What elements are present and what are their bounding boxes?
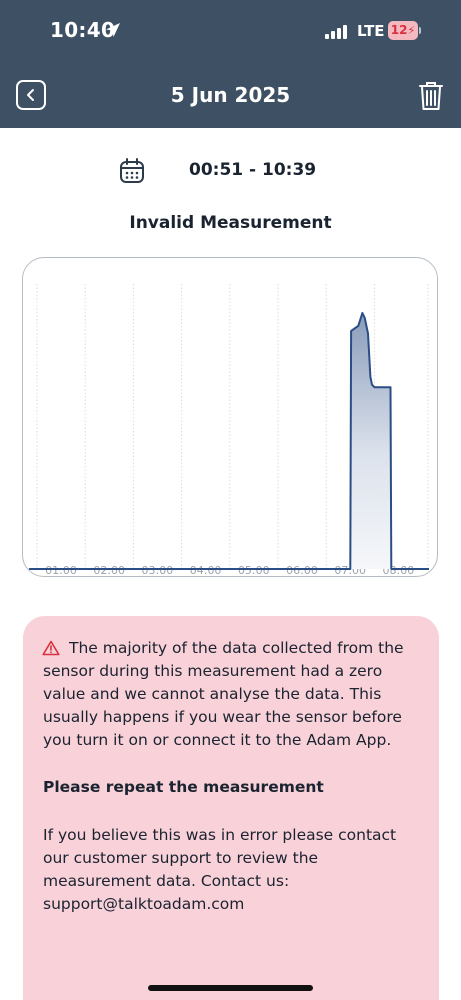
battery-level: 12 [390, 23, 408, 37]
x-tick-label: 01:00 [45, 564, 77, 577]
battery-tip [419, 27, 421, 34]
chart-svg: 01:00 02:00 03:00 04:00 05:00 06:00 07:00 08:00 [28, 284, 430, 577]
calendar-icon[interactable] [119, 157, 145, 185]
x-tick-label: 04:00 [190, 564, 222, 577]
trash-icon[interactable] [417, 80, 445, 112]
warning-text-line: The majority of the data collected from … [69, 639, 404, 657]
warning-text-line: you turn it on or connect it to the Adam… [43, 731, 392, 749]
contact-text-line: If you believe this was in error please … [43, 826, 397, 844]
location-arrow-icon [106, 23, 120, 37]
x-tick-label: 02:00 [93, 564, 125, 577]
page-title: 5 Jun 2025 [170, 83, 291, 107]
measurement-time-range: 00:51 - 10:39 [189, 160, 317, 180]
signal-icon [325, 25, 347, 39]
contact-text-line: our customer support to review the [43, 849, 319, 867]
network-label: LTE [357, 22, 385, 40]
measurement-status: Invalid Measurement [129, 213, 332, 233]
contact-text-line: measurement data. Contact us: [43, 872, 290, 890]
warning-text-line: sensor during this measurement had a zer… [43, 662, 383, 680]
x-tick-label: 05:00 [238, 564, 270, 577]
header-bar: 10:40 LTE 12⚡ 5 Jun 2025 [0, 0, 461, 128]
measurement-chart: 01:00 02:00 03:00 04:00 05:00 06:00 07:00 08:00 [22, 257, 438, 577]
support-email-link[interactable]: support@talktoadam.com [43, 895, 244, 913]
home-indicator [148, 985, 313, 991]
warning-text-line: value and we cannot analyse the data. Th… [43, 685, 382, 703]
warning-icon [42, 640, 60, 656]
repeat-instruction: Please repeat the measurement [43, 778, 324, 796]
battery-icon: 12⚡ [388, 21, 418, 40]
warning-text-line: usually happens if you wear the sensor b… [43, 708, 402, 726]
x-tick-label: 06:00 [286, 564, 318, 577]
x-tick-label: 03:00 [142, 564, 174, 577]
